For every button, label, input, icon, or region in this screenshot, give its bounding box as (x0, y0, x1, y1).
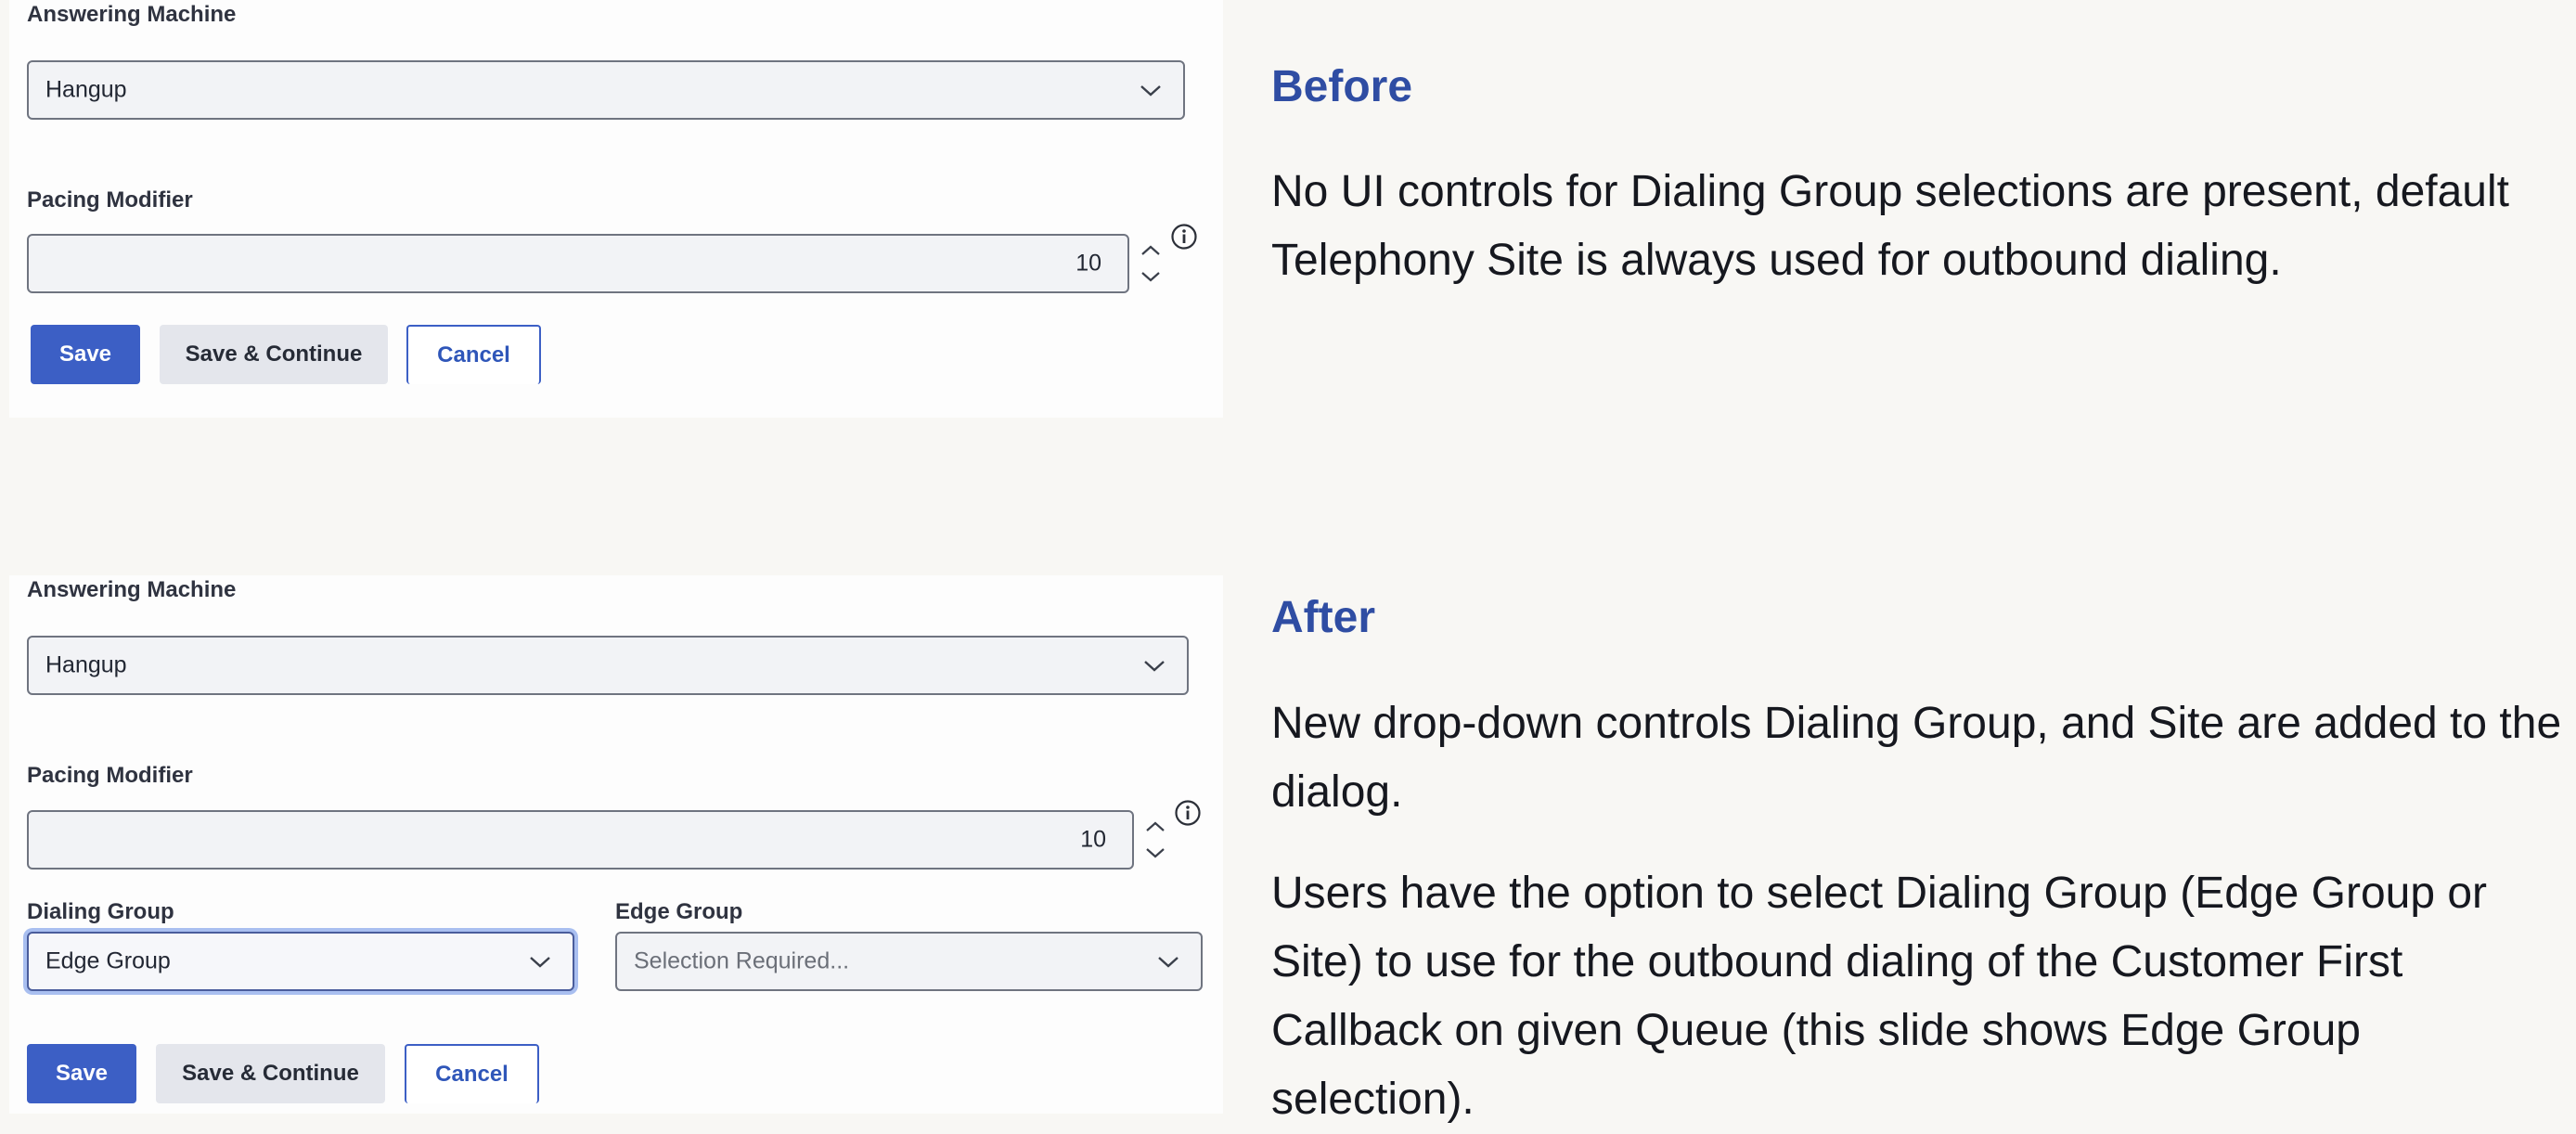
answering-machine-select[interactable]: Hangup (27, 636, 1189, 695)
chevron-down-icon (530, 957, 550, 968)
after-description-1: New drop-down controls Dialing Group, an… (1271, 699, 2562, 817)
pacing-modifier-label: Pacing Modifier (27, 763, 193, 788)
save-continue-button[interactable]: Save & Continue (156, 1044, 385, 1103)
pacing-modifier-stepper[interactable] (1139, 238, 1163, 289)
answering-machine-select[interactable]: Hangup (27, 60, 1185, 120)
chevron-up-icon (1141, 245, 1160, 255)
after-heading: After (1271, 593, 1376, 642)
save-button[interactable]: Save (27, 1044, 136, 1103)
chevron-down-icon (1140, 85, 1161, 97)
answering-machine-label: Answering Machine (27, 577, 237, 602)
pacing-modifier-label: Pacing Modifier (27, 187, 193, 213)
edge-group-select[interactable]: Selection Required... (615, 932, 1203, 991)
save-continue-button[interactable]: Save & Continue (160, 325, 388, 384)
before-dialog-panel: Answering Machine Hangup Pacing Modifier… (9, 0, 1223, 418)
save-button[interactable]: Save (31, 325, 140, 384)
answering-machine-value: Hangup (45, 76, 127, 103)
pacing-modifier-stepper[interactable] (1143, 815, 1167, 865)
chevron-up-icon (1146, 821, 1165, 831)
pacing-modifier-input[interactable]: 10 (27, 810, 1134, 870)
edge-group-placeholder: Selection Required... (634, 947, 850, 974)
dialing-group-select[interactable]: Edge Group (27, 932, 574, 991)
answering-machine-value: Hangup (45, 651, 127, 678)
pacing-modifier-input[interactable]: 10 (27, 234, 1129, 293)
pacing-modifier-value: 10 (1080, 826, 1106, 853)
chevron-down-icon (1144, 661, 1165, 672)
cancel-button[interactable]: Cancel (405, 1044, 539, 1103)
dialing-group-value: Edge Group (45, 947, 171, 974)
info-icon[interactable] (1170, 223, 1198, 251)
chevron-down-icon (1158, 957, 1179, 968)
dialing-group-label: Dialing Group (27, 899, 174, 924)
before-description: No UI controls for Dialing Group selecti… (1271, 167, 2509, 285)
before-heading: Before (1271, 62, 1413, 111)
answering-machine-label: Answering Machine (27, 2, 237, 27)
info-icon[interactable] (1174, 799, 1202, 827)
edge-group-label: Edge Group (615, 899, 743, 924)
pacing-modifier-value: 10 (1075, 250, 1101, 277)
chevron-down-icon (1146, 848, 1165, 858)
cancel-button[interactable]: Cancel (406, 325, 541, 384)
chevron-down-icon (1141, 272, 1160, 282)
after-description-2: Users have the option to select Dialing … (1271, 869, 2488, 1124)
after-dialog-panel: Answering Machine Hangup Pacing Modifier… (9, 575, 1223, 1114)
